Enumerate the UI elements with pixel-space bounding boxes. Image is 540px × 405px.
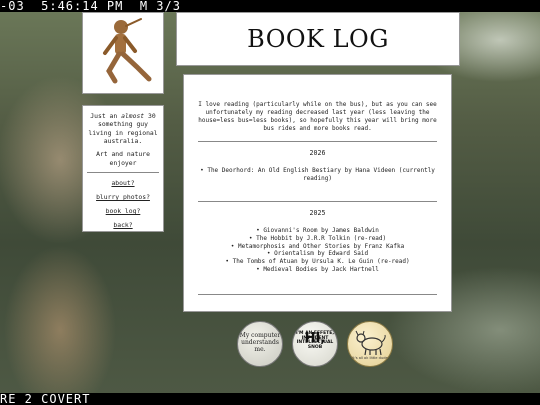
book-log-link[interactable]: book log?: [87, 207, 159, 215]
divider: [198, 200, 437, 202]
divider: [198, 293, 437, 295]
book-item: Metamorphosis and Other Stories by Franz…: [192, 243, 443, 251]
intro-text: I love reading (particularly while on th…: [198, 101, 437, 133]
year-heading-2026: 2026: [309, 149, 326, 158]
page-title: BOOK LOG: [247, 25, 389, 53]
back-link[interactable]: back?: [87, 221, 159, 229]
year-heading-2025: 2025: [309, 208, 326, 217]
book-list-2026: The Deorhord: An Old English Bestiary by…: [192, 167, 443, 183]
book-item: Orientalism by Edward Said: [192, 250, 443, 258]
camera-status-bar: RE 2 COVERT: [0, 393, 540, 405]
intellectual-snob-badge: HI, I'M AN EFFETE, IMPUDENT INTELLECTUAL…: [292, 321, 338, 367]
bio-card: Just an almost 30 something guy living i…: [82, 105, 164, 232]
book-log-card: I love reading (particularly while on th…: [183, 74, 452, 312]
bio-text: Just an almost 30 something guy living i…: [88, 112, 158, 145]
book-item: Medieval Bodies by Jack Hartnell: [192, 266, 443, 274]
camera-timestamp-bar: -03 5:46:14 PM M 3/3: [0, 0, 540, 12]
bio-tagline: Art and nature enjoyer: [96, 150, 150, 167]
book-item: The Tombs of Atuan by Ursula K. Le Guin …: [192, 258, 443, 266]
blurry-photos-link[interactable]: blurry photos?: [87, 193, 159, 201]
computer-understands-badge: My computer understands me.: [237, 321, 283, 367]
dog-icon: [355, 330, 386, 356]
wooden-figure-icon: [103, 18, 152, 84]
book-list-2025: Giovanni's Room by James Baldwin The Hob…: [192, 227, 443, 274]
book-item: Giovanni's Room by James Baldwin: [192, 227, 443, 235]
divider: [198, 141, 437, 143]
title-card: BOOK LOG: [176, 12, 460, 66]
dog-badge: it's all ok little dude: [347, 321, 393, 367]
book-item: The Deorhord: An Old English Bestiary by…: [192, 167, 443, 183]
about-link[interactable]: about?: [87, 179, 159, 187]
avatar-card: [82, 12, 164, 94]
divider: [87, 171, 159, 173]
badge-buttons: My computer understands me. HI, I'M AN E…: [237, 321, 397, 369]
book-item: The Hobbit by J.R.R Tolkin (re-read): [192, 235, 443, 243]
